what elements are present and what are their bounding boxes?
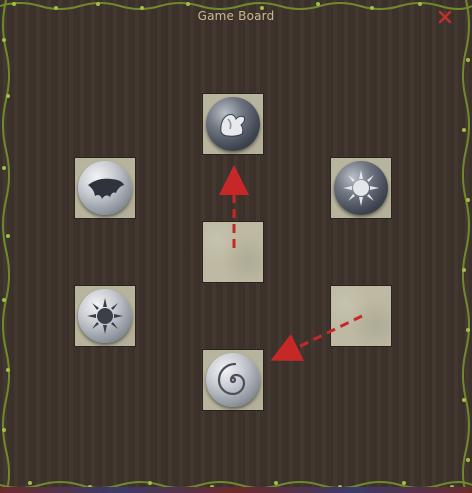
window-title: Game Board xyxy=(197,9,275,23)
game-board-window: Game Board xyxy=(0,0,472,493)
board-tile-r1-c2[interactable] xyxy=(330,157,392,219)
board-tile-r3-c0[interactable] xyxy=(74,285,136,347)
board-tile-r4-c1[interactable] xyxy=(202,349,264,411)
board-tile-r3-c2[interactable] xyxy=(330,285,392,347)
game-token[interactable] xyxy=(206,353,260,407)
sun-icon xyxy=(343,170,379,206)
vine-border-left xyxy=(2,0,10,493)
board-tile-r2-c1[interactable] xyxy=(202,221,264,283)
bottom-border-strip xyxy=(0,487,472,493)
wing-icon xyxy=(88,178,124,199)
close-icon[interactable] xyxy=(437,9,453,25)
game-token[interactable] xyxy=(78,289,132,343)
game-token[interactable] xyxy=(206,97,260,151)
game-token[interactable] xyxy=(78,161,132,215)
board-tile-r0-c1[interactable] xyxy=(202,93,264,155)
flexed-arm-icon xyxy=(220,114,246,137)
board-tile-r1-c0[interactable] xyxy=(74,157,136,219)
swirl-icon xyxy=(217,362,246,396)
game-token[interactable] xyxy=(334,161,388,215)
sun-icon xyxy=(87,298,123,334)
vine-border-right xyxy=(462,0,470,493)
